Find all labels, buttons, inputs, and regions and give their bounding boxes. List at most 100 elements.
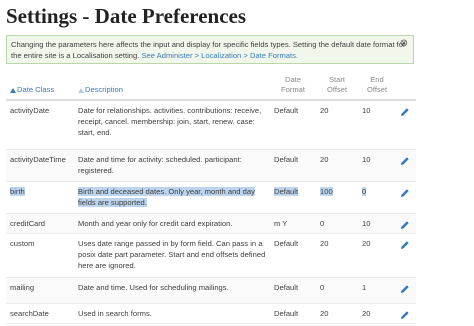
end-offset-text: 20 [362,308,371,318]
sort-up-triangle-icon [10,87,16,93]
description-cell: Date and time. Used for scheduling maili… [74,277,270,304]
date-class-cell: searchDate [6,303,74,324]
date-class-cell: custom [6,233,74,278]
end-offset-cell: 1 [358,277,396,304]
pencil-icon[interactable] [400,188,410,198]
date-format-cell: Default [270,181,316,214]
start-offset-cell: 20 [316,149,358,182]
end-offset-text: 0 [362,186,367,196]
date-class-text: birth [10,186,25,196]
description-cell: Month and year only for credit card expi… [74,213,270,234]
help-message: Changing the parameters here affects the… [6,35,414,64]
end-offset-cell: 0 [358,181,396,214]
actions-cell [396,213,416,234]
table-row: custom Uses date range passed in by form… [6,233,416,278]
table-header-row: Date Class Description Date Format Start… [6,72,416,101]
table-row: searchDate Used in search forms. Default… [6,303,416,324]
end-offset-text: 1 [362,282,367,292]
description-cell: Used in search forms. [74,303,270,324]
date-format-text: Default [274,186,299,196]
date-class-cell: activityDate [6,100,74,150]
start-offset-text: 0 [320,218,325,228]
description-text: Birth and deceased dates. Only year, mon… [78,186,255,207]
description-cell: Date and time for activity: scheduled. p… [74,149,270,182]
date-class-cell: birth [6,181,74,214]
column-header-date-format: Date Format [270,72,316,101]
column-header-actions [396,72,416,101]
date-format-text: Default [274,106,299,115]
date-format-cell: Default [270,303,316,324]
actions-cell [396,181,416,214]
pencil-icon[interactable] [400,240,410,250]
date-format-text: Default [274,238,299,248]
start-offset-text: 20 [320,308,329,318]
start-offset-cell: 0 [316,277,358,304]
date-format-cell: m Y [270,213,316,234]
start-offset-cell: 20 [316,233,358,278]
localization-link[interactable]: See Administer > Localization > Date For… [141,51,298,60]
description-text: Date for relationships. activities. cont… [78,106,262,137]
end-offset-text: 10 [362,154,371,164]
date-class-text: mailing [10,282,35,292]
end-offset-text: 10 [362,106,371,115]
column-header-date-class-label: Date Class [17,85,55,94]
description-text: Date and time. Used for scheduling maili… [78,282,229,292]
start-offset-text: 20 [320,106,329,115]
start-offset-cell: 20 [316,303,358,324]
table-row: activityDate Date for relationships. act… [6,100,416,150]
actions-cell [396,149,416,182]
column-header-description-label: Description [85,85,123,94]
end-offset-cell: 10 [358,213,396,234]
start-offset-cell: 100 [316,181,358,214]
date-format-cell: Default [270,233,316,278]
actions-cell [396,100,416,150]
sort-icon [78,87,84,93]
pencil-icon[interactable] [400,310,410,320]
close-icon[interactable]: ⊗ [400,38,408,49]
start-offset-text: 0 [320,282,325,292]
table-row: mailing Date and time. Used for scheduli… [6,277,416,304]
description-text: Used in search forms. [78,308,152,318]
description-cell: Birth and deceased dates. Only year, mon… [74,181,270,214]
description-text: Date and time for activity: scheduled. p… [78,154,242,175]
date-format-cell: Default [270,149,316,182]
actions-cell [396,233,416,278]
start-offset-text: 20 [320,238,329,248]
column-header-description[interactable]: Description [74,72,270,101]
pencil-icon[interactable] [400,107,410,117]
column-header-start-offset: Start Offset [316,72,358,101]
date-class-cell: activityDateTime [6,149,74,182]
end-offset-cell: 10 [358,100,396,150]
date-class-text: activityDate [10,106,50,115]
page-title: Settings - Date Preferences [6,4,247,28]
description-text: Uses date range passed in by form field.… [78,238,266,270]
date-format-text: Default [274,154,299,164]
actions-cell [396,277,416,304]
table-row: creditCard Month and year only for credi… [6,213,416,234]
column-header-date-class[interactable]: Date Class [6,72,74,101]
start-offset-text: 20 [320,154,329,164]
date-class-cell: mailing [6,277,74,304]
column-header-end-offset: End Offset [358,72,396,101]
date-class-text: creditCard [10,218,46,228]
table-row: activityDateTime Date and time for activ… [6,149,416,182]
start-offset-text: 100 [320,186,333,196]
pencil-icon[interactable] [400,220,410,230]
end-offset-cell: 20 [358,303,396,324]
actions-cell [396,303,416,324]
date-class-text: searchDate [10,308,49,318]
end-offset-cell: 10 [358,149,396,182]
description-cell: Uses date range passed in by form field.… [74,233,270,278]
table-row: birth Birth and deceased dates. Only yea… [6,181,416,214]
date-class-cell: creditCard [6,213,74,234]
date-format-text: Default [274,282,299,292]
pencil-icon[interactable] [400,284,410,294]
date-format-text: Default [274,308,299,318]
end-offset-text: 10 [362,218,371,228]
date-format-cell: Default [270,100,316,150]
date-class-text: custom [10,238,35,248]
end-offset-cell: 20 [358,233,396,278]
pencil-icon[interactable] [400,156,410,166]
end-offset-text: 20 [362,238,371,248]
start-offset-cell: 20 [316,100,358,150]
